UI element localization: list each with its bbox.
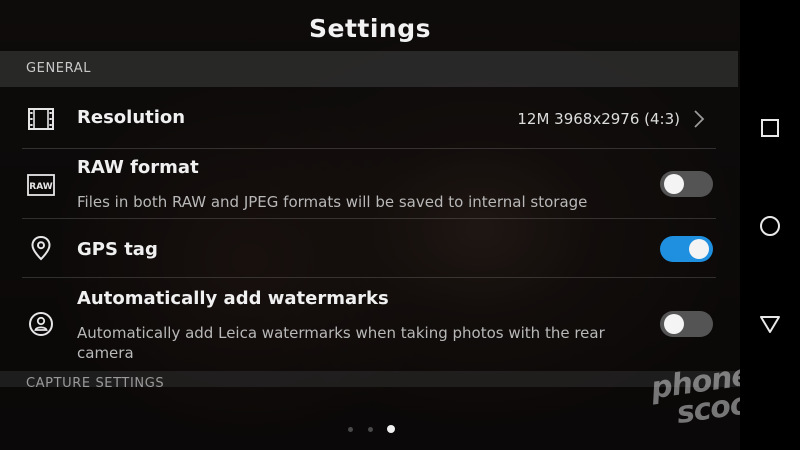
setting-label: Automatically add watermarks	[77, 288, 389, 309]
raw-format-toggle[interactable]	[660, 171, 713, 197]
svg-text:RAW: RAW	[29, 182, 52, 192]
setting-label: GPS tag	[77, 239, 158, 260]
page-dot	[368, 427, 373, 432]
home-button[interactable]	[758, 214, 782, 238]
triangle-icon	[760, 316, 780, 333]
location-pin-icon	[27, 234, 55, 262]
setting-gps-tag[interactable]: GPS tag	[0, 219, 738, 277]
toggle-knob	[664, 314, 684, 334]
setting-raw-format[interactable]: RAW RAW format Files in both RAW and JPE…	[0, 149, 738, 218]
page-title: Settings	[308, 14, 431, 43]
setting-label: RAW format	[77, 157, 199, 178]
page-dot-active	[387, 425, 395, 433]
watermark-icon	[27, 310, 55, 338]
section-header-general: GENERAL	[0, 51, 738, 87]
settings-panel: Settings GENERAL Resolution 12M 3968x297…	[0, 0, 740, 450]
chevron-right-icon	[692, 109, 706, 129]
gps-tag-toggle[interactable]	[660, 236, 713, 262]
toggle-knob	[664, 174, 684, 194]
raw-icon: RAW	[27, 171, 55, 199]
circle-icon	[760, 216, 780, 236]
setting-watermarks[interactable]: Automatically add watermarks Automatical…	[0, 278, 738, 370]
setting-description: Files in both RAW and JPEG formats will …	[77, 193, 588, 211]
back-button[interactable]	[758, 312, 782, 336]
toggle-knob	[689, 239, 709, 259]
square-icon	[761, 119, 779, 137]
page-indicator	[344, 425, 404, 435]
film-icon	[27, 105, 55, 133]
page-dot	[348, 427, 353, 432]
setting-label: Resolution	[77, 107, 186, 128]
section-header-capture-settings: CAPTURE SETTINGS	[0, 371, 738, 387]
recents-button[interactable]	[758, 116, 782, 140]
camera-settings-screen: Settings GENERAL Resolution 12M 3968x297…	[0, 0, 800, 450]
setting-resolution[interactable]: Resolution 12M 3968x2976 (4:3)	[0, 88, 738, 148]
resolution-value: 12M 3968x2976 (4:3)	[517, 110, 680, 128]
setting-description: Automatically add Leica watermarks when …	[77, 324, 605, 362]
watermarks-toggle[interactable]	[660, 311, 713, 337]
navigation-bar	[740, 0, 800, 450]
